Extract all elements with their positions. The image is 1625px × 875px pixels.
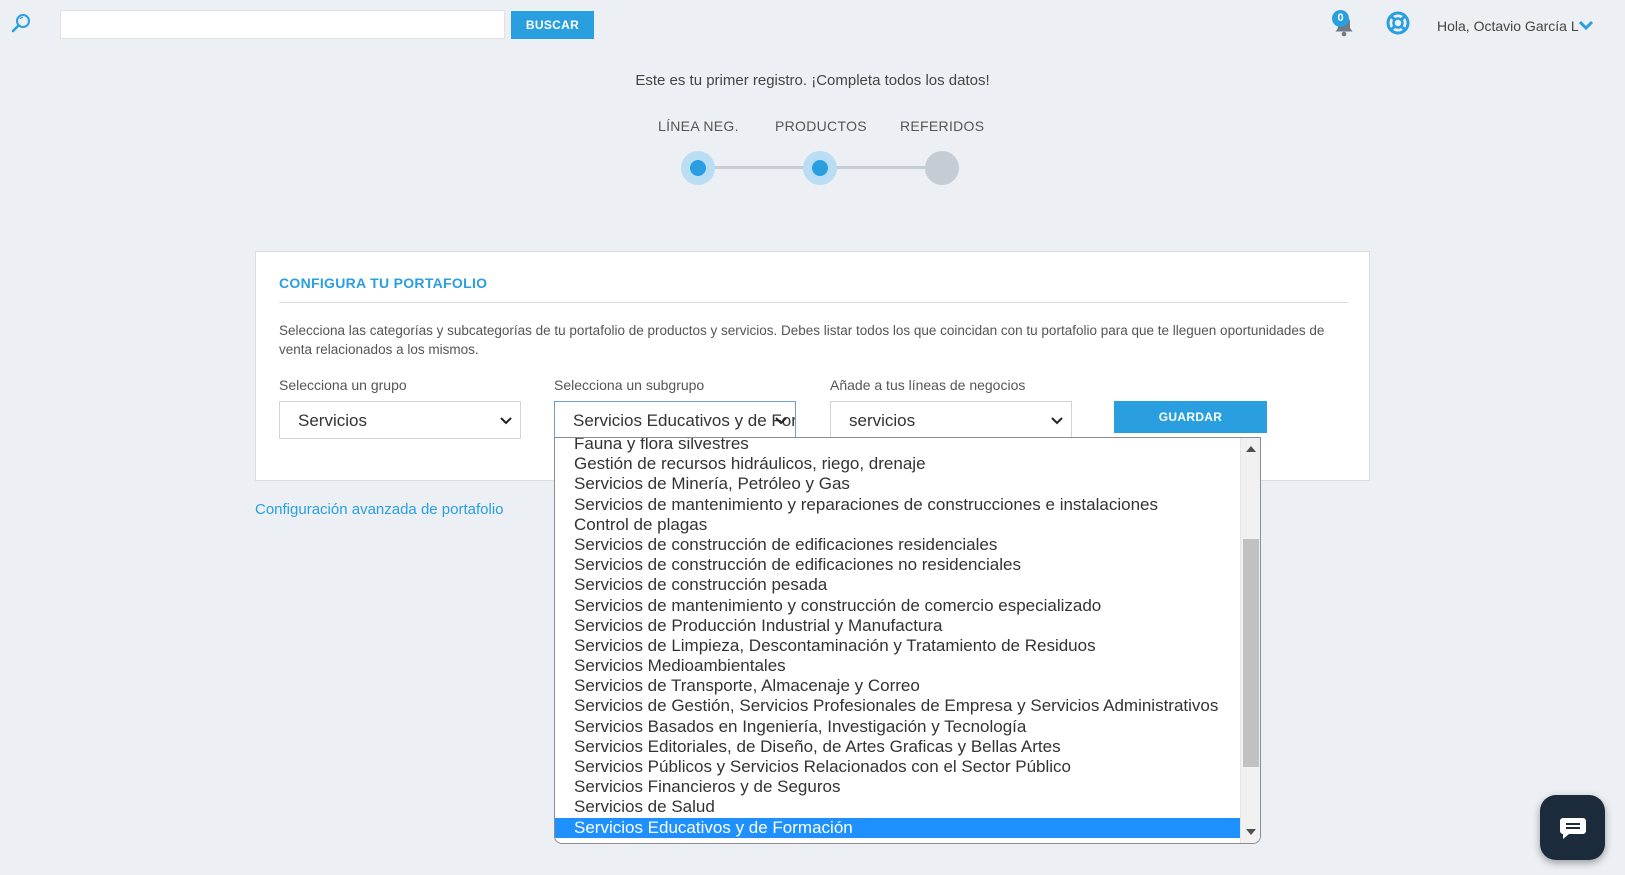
advanced-config-link[interactable]: Configuración avanzada de portafolio: [255, 501, 504, 518]
save-button[interactable]: GUARDAR: [1114, 401, 1267, 433]
dropdown-option[interactable]: Servicios de Limpieza, Descontaminación …: [555, 636, 1241, 656]
top-bar: BUSCAR 0 Hola, Octavio García L: [0, 0, 1625, 52]
subgroup-select[interactable]: Servicios Educativos y de Formación: [554, 401, 796, 439]
step-label-referidos: REFERIDOS: [900, 118, 985, 134]
dropdown-option[interactable]: Servicios Financieros y de Seguros: [555, 777, 1241, 797]
scroll-down-icon[interactable]: [1246, 829, 1256, 835]
subgroup-select-value: Servicios Educativos y de Formación: [573, 411, 795, 430]
dropdown-option[interactable]: Servicios de mantenimiento y construcció…: [555, 596, 1241, 616]
intro-message: Este es tu primer registro. ¡Completa to…: [635, 72, 990, 89]
chevron-down-icon[interactable]: [1578, 19, 1594, 31]
notification-badge: 0: [1332, 10, 1349, 27]
dropdown-option[interactable]: Control de plagas: [555, 515, 1241, 535]
dropdown-scrollbar[interactable]: [1240, 438, 1260, 843]
dropdown-option[interactable]: Servicios Editoriales, de Diseño, de Art…: [555, 737, 1241, 757]
subgroup-label: Selecciona un subgrupo: [554, 377, 705, 393]
divider: [279, 302, 1348, 303]
chat-button[interactable]: [1540, 795, 1605, 860]
lines-select-value: servicios: [849, 411, 916, 430]
step-dot-linea: [681, 151, 715, 185]
search-button[interactable]: BUSCAR: [511, 11, 594, 39]
step-label-linea: LÍNEA NEG.: [658, 118, 739, 134]
step-dot-referidos: [925, 151, 959, 185]
dropdown-option[interactable]: Servicios de Transporte, Almacenaje y Co…: [555, 676, 1241, 696]
dropdown-option[interactable]: Servicios Educativos y de Formación: [555, 817, 1241, 838]
chevron-down-icon: [775, 417, 787, 425]
dropdown-option[interactable]: Servicios Medioambientales: [555, 656, 1241, 676]
group-label: Selecciona un grupo: [279, 377, 407, 393]
dropdown-option[interactable]: Servicios Basados en Ingeniería, Investi…: [555, 717, 1241, 737]
step-dot-productos: [803, 151, 837, 185]
dropdown-option[interactable]: Servicios de construcción de edificacion…: [555, 535, 1241, 555]
dropdown-option[interactable]: Servicios de Gestión, Servicios Profesio…: [555, 696, 1241, 716]
scrollbar-thumb[interactable]: [1243, 539, 1259, 767]
dropdown-option[interactable]: Servicios de construcción de edificacion…: [555, 555, 1241, 575]
dropdown-options: Fauna y flora silvestres Gestión de recur…: [555, 438, 1241, 843]
user-greeting[interactable]: Hola, Octavio García L: [1437, 18, 1579, 34]
dropdown-option[interactable]: Fauna y flora silvestres: [555, 438, 1241, 454]
dropdown-option[interactable]: Gestión de recursos hidráulicos, riego, …: [555, 454, 1241, 474]
lines-label: Añade a tus líneas de negocios: [830, 377, 1026, 393]
lifebuoy-icon[interactable]: [1386, 11, 1410, 35]
search-icon[interactable]: [10, 12, 32, 34]
dropdown-option[interactable]: Servicios Públicos y Servicios Relaciona…: [555, 757, 1241, 777]
card-description: Selecciona las categorías y subcategoría…: [279, 323, 1325, 357]
dropdown-option[interactable]: Servicios de Producción Industrial y Man…: [555, 616, 1241, 636]
lines-select[interactable]: servicios: [830, 401, 1072, 439]
search-input[interactable]: [60, 10, 505, 39]
dropdown-option[interactable]: Servicios de Minería, Petróleo y Gas: [555, 474, 1241, 494]
subgroup-dropdown-list[interactable]: Fauna y flora silvestres Gestión de recur…: [554, 437, 1261, 844]
dropdown-option[interactable]: Servicios de construcción pesada: [555, 575, 1241, 595]
scroll-up-icon[interactable]: [1246, 446, 1256, 452]
chevron-down-icon: [500, 417, 512, 425]
group-select[interactable]: Servicios: [279, 401, 521, 439]
dropdown-option[interactable]: Servicios de mantenimiento y reparacione…: [555, 495, 1241, 515]
step-label-productos: PRODUCTOS: [775, 118, 867, 134]
chat-icon: [1560, 818, 1586, 839]
chevron-down-icon: [1051, 417, 1063, 425]
group-select-value: Servicios: [298, 411, 367, 430]
dropdown-option[interactable]: Servicios de Salud: [555, 797, 1241, 817]
card-title: CONFIGURA TU PORTAFOLIO: [279, 275, 488, 291]
